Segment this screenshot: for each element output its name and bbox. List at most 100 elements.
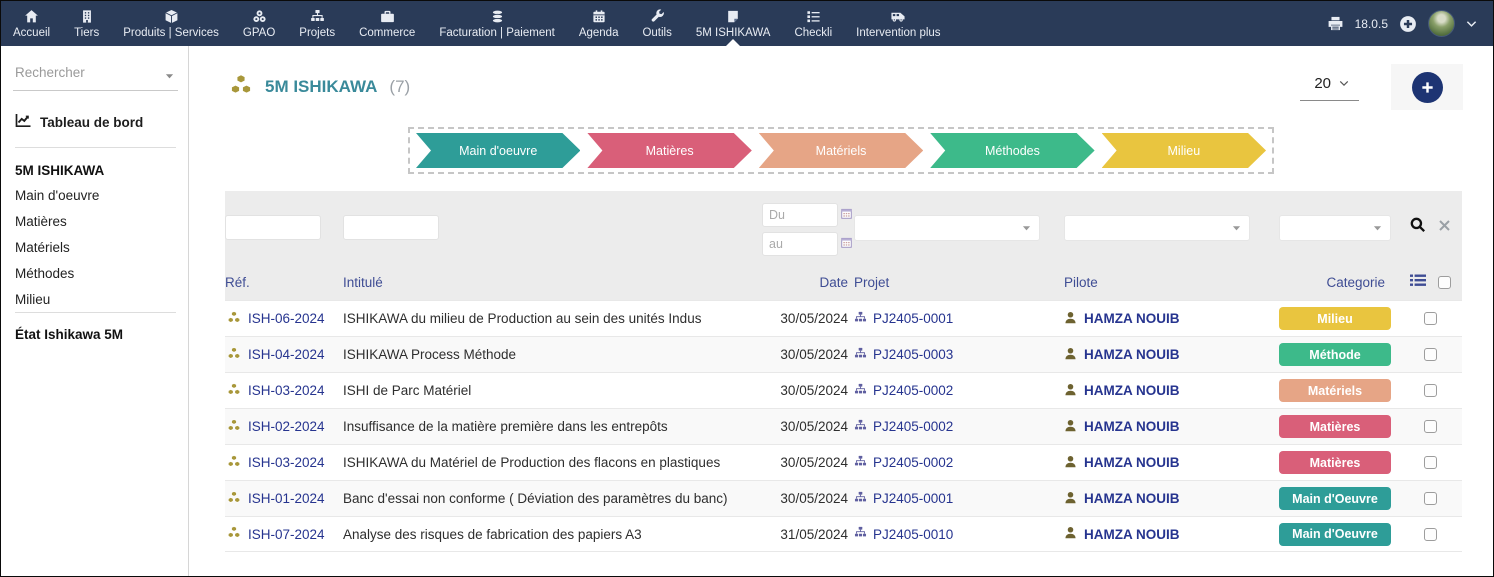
ref-link[interactable]: ISH-03-2024 — [248, 383, 325, 398]
nav-item-accueil[interactable]: Accueil — [1, 1, 62, 46]
pilot-filter-select[interactable] — [1064, 215, 1250, 241]
search-caret-icon[interactable] — [165, 67, 174, 85]
nav-item-outils[interactable]: Outils — [630, 1, 683, 46]
step-matieres[interactable]: Matières — [587, 133, 751, 168]
project-filter-select[interactable] — [854, 215, 1040, 241]
search-button[interactable] — [1410, 217, 1426, 233]
project-link[interactable]: PJ2405-0001 — [873, 491, 953, 506]
nav-item-gpao[interactable]: GPAO — [231, 1, 287, 46]
sidebar-item-methodes[interactable]: Méthodes — [13, 260, 178, 286]
table-row[interactable]: ISH-01-2024 Banc d'essai non conforme ( … — [225, 480, 1462, 516]
date-to-input[interactable] — [762, 232, 838, 256]
project-link[interactable]: PJ2405-0002 — [873, 419, 953, 434]
row-checkbox[interactable] — [1424, 528, 1437, 541]
ref-filter-input[interactable] — [225, 215, 321, 240]
record-count: (7) — [389, 77, 410, 97]
nav-item-projets[interactable]: Projets — [287, 1, 347, 46]
add-record-button[interactable] — [1412, 72, 1443, 103]
row-checkbox[interactable] — [1424, 384, 1437, 397]
calendar-picker-icon[interactable] — [841, 235, 852, 253]
nav-item-label: Agenda — [579, 27, 619, 39]
step-materiels[interactable]: Matériels — [759, 133, 923, 168]
sidebar-item-materiels[interactable]: Matériels — [13, 234, 178, 260]
sidebar-section-title: 5M ISHIKAWA — [13, 148, 178, 182]
column-header-ref[interactable]: Réf. — [225, 275, 343, 290]
nav-item-facturation-paiement[interactable]: Facturation | Paiement — [427, 1, 567, 46]
pilot-link[interactable]: HAMZA NOUIB — [1084, 347, 1180, 362]
user-avatar[interactable] — [1428, 10, 1455, 37]
column-header-intitule[interactable]: Intitulé — [343, 275, 744, 290]
row-checkbox[interactable] — [1424, 348, 1437, 361]
pilot-link[interactable]: HAMZA NOUIB — [1084, 419, 1180, 434]
title-filter-input[interactable] — [343, 215, 439, 240]
project-link[interactable]: PJ2405-0001 — [873, 311, 953, 326]
plus-icon — [1420, 80, 1435, 95]
column-header-pilote[interactable]: Pilote — [1064, 275, 1269, 290]
project-link[interactable]: PJ2405-0003 — [873, 347, 953, 362]
sidebar-item-dashboard[interactable]: Tableau de bord — [13, 107, 178, 147]
user-icon — [1064, 347, 1077, 363]
step-milieu[interactable]: Milieu — [1102, 133, 1266, 168]
user-icon — [1064, 491, 1077, 507]
user-icon — [1064, 455, 1077, 471]
cubes-gold-icon — [227, 526, 241, 542]
project-link[interactable]: PJ2405-0002 — [873, 455, 953, 470]
row-checkbox[interactable] — [1424, 312, 1437, 325]
caret-down-icon — [1373, 225, 1382, 232]
page-size-select[interactable]: 20 — [1300, 73, 1359, 101]
clear-filter-button[interactable] — [1438, 219, 1451, 232]
table-row[interactable]: ISH-04-2024 ISHIKAWA Process Méthode 30/… — [225, 336, 1462, 372]
sidebar-item-milieu[interactable]: Milieu — [13, 286, 178, 312]
pilot-link[interactable]: HAMZA NOUIB — [1084, 527, 1180, 542]
table-row[interactable]: ISH-06-2024 ISHIKAWA du milieu de Produc… — [225, 300, 1462, 336]
sidebar-search-input[interactable] — [15, 65, 155, 80]
nav-item-tiers[interactable]: Tiers — [62, 1, 111, 46]
calendar-picker-icon[interactable] — [841, 206, 852, 224]
table-row[interactable]: ISH-03-2024 ISHI de Parc Matériel 30/05/… — [225, 372, 1462, 408]
select-all-checkbox[interactable] — [1438, 276, 1451, 289]
nav-item-checkli[interactable]: Checkli — [782, 1, 844, 46]
step-methodes[interactable]: Méthodes — [930, 133, 1094, 168]
column-header-projet[interactable]: Projet — [854, 275, 1064, 290]
row-checkbox[interactable] — [1424, 420, 1437, 433]
project-link[interactable]: PJ2405-0002 — [873, 383, 953, 398]
pilot-link[interactable]: HAMZA NOUIB — [1084, 311, 1180, 326]
ref-link[interactable]: ISH-06-2024 — [248, 311, 325, 326]
project-link[interactable]: PJ2405-0010 — [873, 527, 953, 542]
pilot-link[interactable]: HAMZA NOUIB — [1084, 455, 1180, 470]
table-row[interactable]: ISH-02-2024 Insuffisance de la matière p… — [225, 408, 1462, 444]
ref-link[interactable]: ISH-04-2024 — [248, 347, 325, 362]
plus-circle-icon[interactable] — [1399, 15, 1417, 33]
sitemap-icon — [854, 491, 867, 507]
list-view-icon[interactable] — [1410, 274, 1426, 290]
cubes-gold-icon — [227, 347, 241, 363]
chevron-down-icon[interactable] — [1466, 20, 1477, 28]
nav-item-agenda[interactable]: Agenda — [567, 1, 631, 46]
category-filter-select[interactable] — [1279, 215, 1391, 241]
pilot-link[interactable]: HAMZA NOUIB — [1084, 491, 1180, 506]
ref-link[interactable]: ISH-03-2024 — [248, 455, 325, 470]
truck-icon — [890, 9, 906, 24]
sidebar-item-matieres[interactable]: Matières — [13, 208, 178, 234]
nav-item-commerce[interactable]: Commerce — [347, 1, 427, 46]
table-row[interactable]: ISH-03-2024 ISHIKAWA du Matériel de Prod… — [225, 444, 1462, 480]
row-checkbox[interactable] — [1424, 492, 1437, 505]
row-checkbox[interactable] — [1424, 456, 1437, 469]
ref-link[interactable]: ISH-01-2024 — [248, 491, 325, 506]
nav-item-5m-ishikawa[interactable]: 5M ISHIKAWA — [684, 1, 783, 46]
column-header-date[interactable]: Date — [744, 275, 854, 290]
nav-item-produits-services[interactable]: Produits | Services — [111, 1, 231, 46]
sidebar-item-main-doeuvre[interactable]: Main d'oeuvre — [13, 182, 178, 208]
step-main-doeuvre[interactable]: Main d'oeuvre — [416, 133, 580, 168]
date-from-input[interactable] — [762, 203, 838, 227]
column-header-categorie[interactable]: Categorie — [1269, 275, 1399, 290]
print-icon[interactable] — [1327, 15, 1344, 32]
table-row[interactable]: ISH-07-2024 Analyse des risques de fabri… — [225, 516, 1462, 552]
pilot-link[interactable]: HAMZA NOUIB — [1084, 383, 1180, 398]
row-date: 30/05/2024 — [744, 419, 854, 434]
ref-link[interactable]: ISH-07-2024 — [248, 527, 325, 542]
nav-item-intervention-plus[interactable]: Intervention plus — [844, 1, 952, 46]
nav-item-label: Facturation | Paiement — [439, 27, 555, 39]
sidebar-item-etat-ishikawa[interactable]: État Ishikawa 5M — [13, 313, 178, 356]
ref-link[interactable]: ISH-02-2024 — [248, 419, 325, 434]
